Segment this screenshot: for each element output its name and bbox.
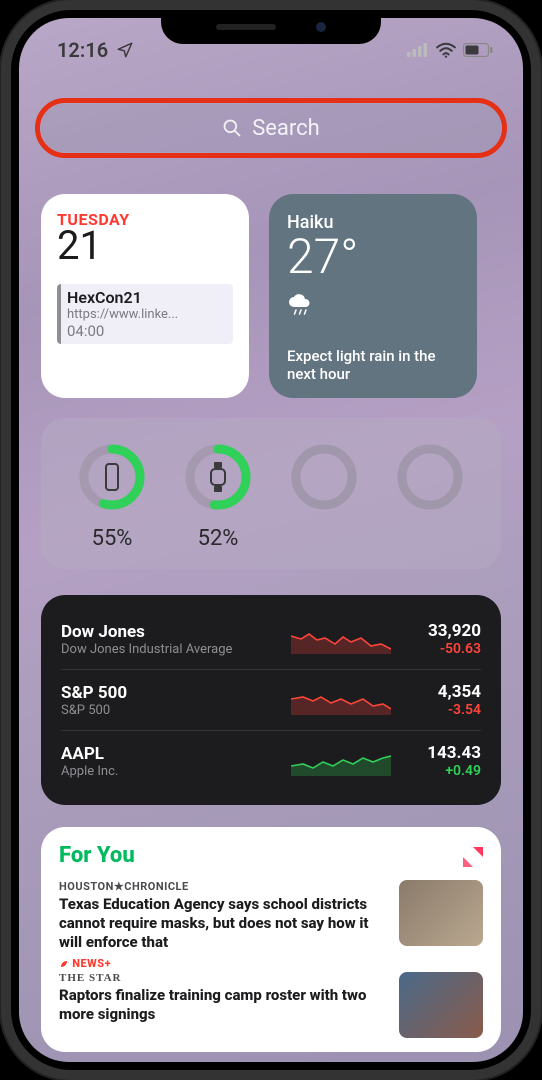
battery-item-empty: [281, 442, 367, 551]
news-headline: Raptors finalize training camp roster wi…: [59, 986, 387, 1024]
news-source: HOUSTON★CHRONICLE: [59, 880, 387, 893]
sparkline-icon: [291, 685, 391, 715]
battery-item-iphone: 55%: [69, 442, 155, 551]
calendar-event: HexCon21 https://www.linke... 04:00: [57, 284, 233, 344]
stock-name: S&P 500: [61, 683, 291, 703]
battery-percent: 52%: [198, 526, 239, 551]
search-placeholder: Search: [252, 116, 320, 141]
apple-news-icon: [461, 845, 483, 867]
news-thumbnail: [399, 880, 483, 946]
battery-item-empty: [387, 442, 473, 551]
stock-change: +0.49: [391, 763, 481, 779]
weather-widget[interactable]: Haiku 27° Expect light rain in the next …: [269, 194, 477, 398]
weather-temp: 27°: [287, 233, 459, 281]
sparkline-icon: [291, 624, 391, 654]
event-title: HexCon21: [67, 288, 227, 307]
batteries-widget[interactable]: 55% 52%: [41, 418, 501, 569]
stock-subtitle: Apple Inc.: [61, 764, 291, 779]
status-time: 12:16: [57, 38, 108, 62]
location-arrow-icon: [116, 41, 134, 59]
stock-name: AAPL: [61, 744, 291, 764]
search-icon: [222, 118, 242, 138]
stock-row: AAPL Apple Inc. 143.43 +0.49: [61, 731, 481, 791]
stock-change: -3.54: [391, 702, 481, 718]
news-header: For You: [59, 843, 135, 868]
calendar-widget[interactable]: TUESDAY 21 HexCon21 https://www.linke...…: [41, 194, 249, 398]
stock-row: Dow Jones Dow Jones Industrial Average 3…: [61, 609, 481, 670]
sparkline-icon: [291, 746, 391, 776]
stock-change: -50.63: [391, 641, 481, 657]
screen: 12:16: [19, 18, 523, 1062]
battery-item-watch: 52%: [175, 442, 261, 551]
news-source: THE STAR: [59, 972, 387, 984]
stock-row: S&P 500 S&P 500 4,354 -3.54: [61, 670, 481, 731]
battery-percent: 55%: [92, 526, 133, 551]
event-link: https://www.linke...: [67, 307, 227, 322]
stock-name: Dow Jones: [61, 622, 291, 642]
widget-row-small: TUESDAY 21 HexCon21 https://www.linke...…: [41, 194, 501, 398]
news-thumbnail: [399, 972, 483, 1038]
news-item: THE STAR Raptors finalize training camp …: [59, 970, 483, 1044]
stocks-widget[interactable]: Dow Jones Dow Jones Industrial Average 3…: [41, 595, 501, 805]
stock-subtitle: Dow Jones Industrial Average: [61, 642, 291, 657]
calendar-date: 21: [57, 226, 233, 266]
signal-icon: [407, 43, 429, 57]
event-time: 04:00: [67, 322, 227, 340]
stock-subtitle: S&P 500: [61, 703, 291, 718]
rain-cloud-icon: [287, 293, 459, 319]
search-field[interactable]: Search: [41, 104, 501, 152]
battery-icon: [463, 43, 493, 57]
news-widget[interactable]: For You HOUSTON★CHRONICLE Texas Educatio…: [41, 827, 501, 1052]
phone-frame: 12:16: [11, 10, 531, 1070]
news-plus-badge: News+: [59, 957, 483, 970]
notch: [161, 10, 381, 44]
search-wrap: Search: [41, 104, 501, 152]
stock-value: 33,920: [391, 621, 481, 641]
news-item: HOUSTON★CHRONICLE Texas Education Agency…: [59, 874, 483, 957]
weather-description: Expect light rain in the next hour: [287, 347, 459, 385]
stock-value: 143.43: [391, 743, 481, 763]
wifi-icon: [435, 42, 457, 58]
stock-value: 4,354: [391, 682, 481, 702]
news-headline: Texas Education Agency says school distr…: [59, 895, 387, 951]
